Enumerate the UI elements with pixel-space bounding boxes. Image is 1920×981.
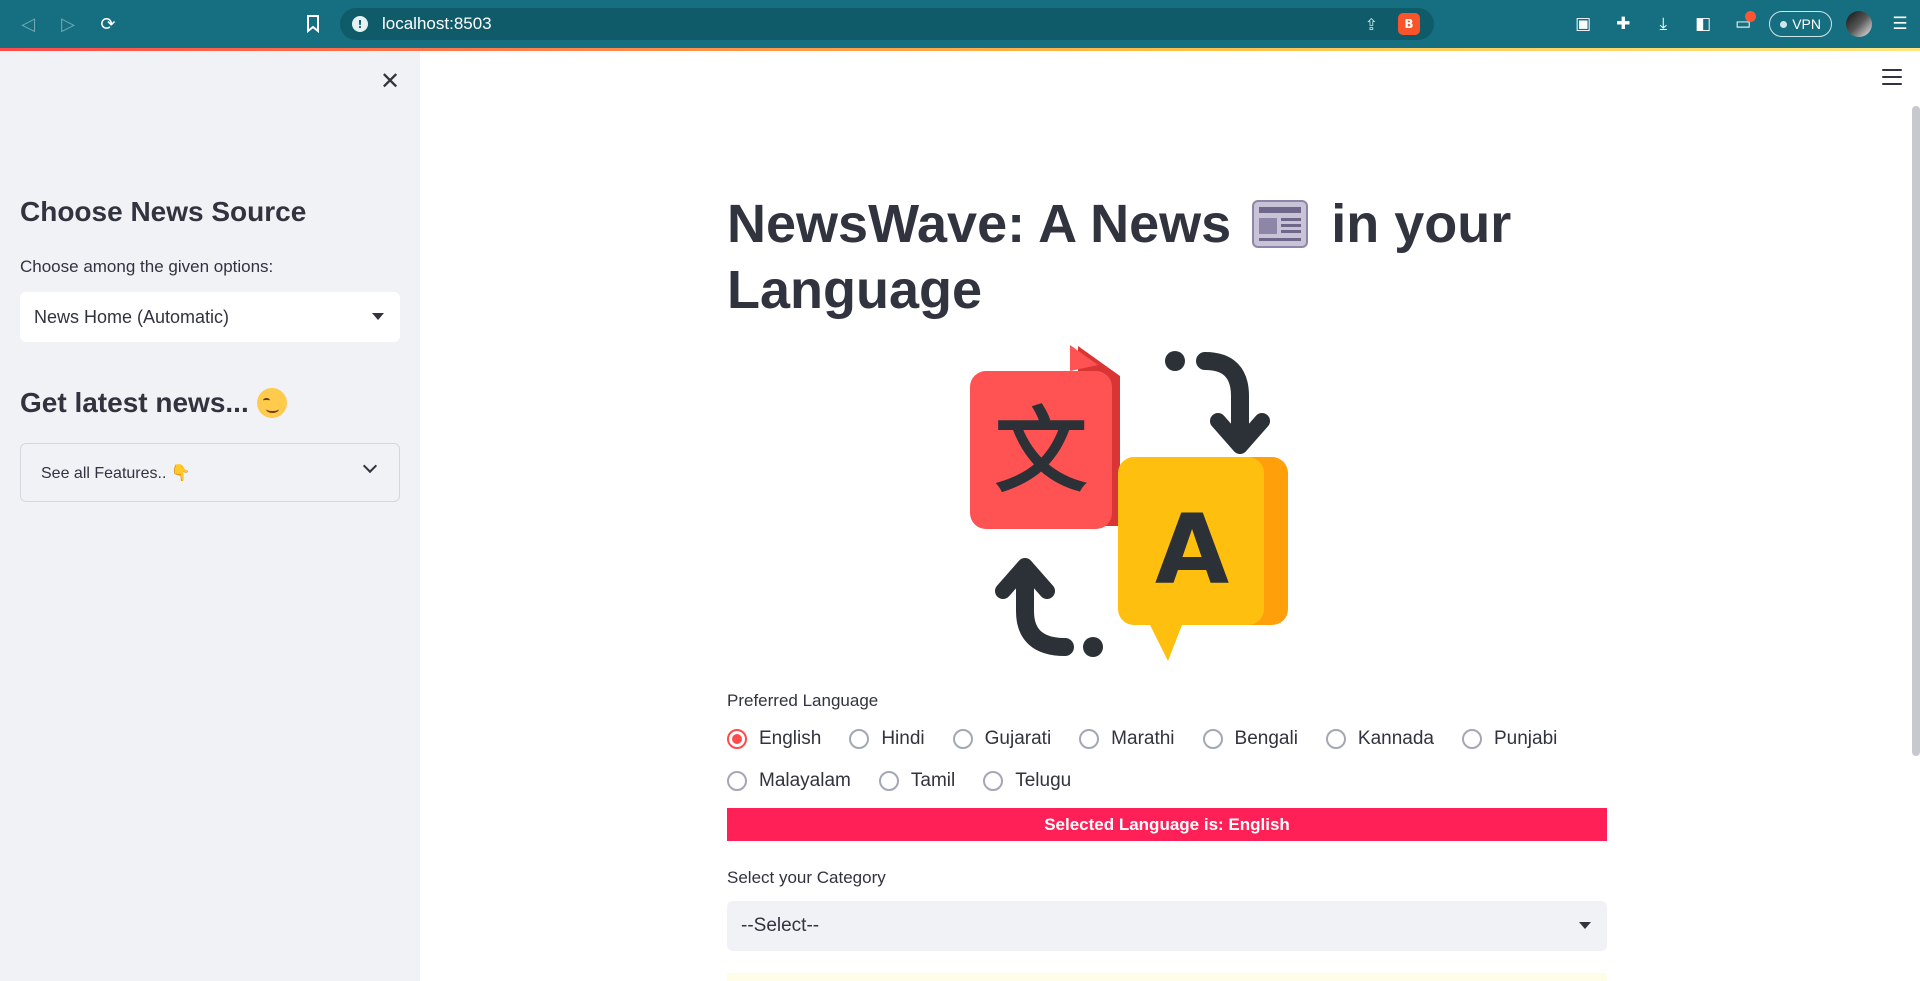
- translate-illustration: 文 A: [970, 345, 1288, 661]
- radio-hindi[interactable]: Hindi: [849, 728, 925, 750]
- chevron-down-icon: [362, 458, 378, 474]
- source-select-label: Choose among the given options:: [20, 257, 274, 276]
- scrollbar[interactable]: [1912, 106, 1920, 756]
- radio-english[interactable]: English: [727, 728, 821, 750]
- radio-bengali[interactable]: Bengali: [1202, 728, 1298, 750]
- info-box-partial: [727, 973, 1607, 981]
- radio-label: English: [759, 728, 822, 749]
- features-expander-label: See all Features.. 👇: [41, 464, 191, 482]
- radio-label: Punjabi: [1494, 728, 1558, 749]
- features-expander[interactable]: See all Features.. 👇: [20, 443, 400, 502]
- category-value: --Select--: [741, 915, 820, 936]
- caret-down-icon: [372, 313, 384, 320]
- radio-label: Gujarati: [984, 728, 1052, 749]
- forward-icon[interactable]: ▷: [56, 12, 80, 36]
- radio-label: Hindi: [881, 728, 925, 749]
- app-menu-icon[interactable]: [1882, 69, 1902, 85]
- main-content: NewsWave: A News in your Language 文 A Pr…: [420, 51, 1920, 981]
- wallet-extension-icon[interactable]: ▣: [1563, 0, 1603, 48]
- radio-label: Telugu: [1015, 770, 1072, 791]
- category-label: Select your Category: [727, 868, 886, 887]
- radio-punjabi[interactable]: Punjabi: [1462, 728, 1557, 750]
- selected-language-banner: Selected Language is: English: [727, 808, 1607, 841]
- latest-news-heading: Get latest news...: [20, 387, 287, 419]
- address-bar[interactable]: ! localhost:8503 ⇪ B: [340, 8, 1434, 40]
- vpn-button[interactable]: VPN: [1769, 11, 1832, 37]
- news-source-select[interactable]: News Home (Automatic): [20, 292, 400, 342]
- close-sidebar-icon[interactable]: ✕: [376, 67, 404, 95]
- radio-label: Kannada: [1357, 728, 1434, 749]
- site-info-icon[interactable]: !: [352, 16, 368, 32]
- sidebar: ✕ Choose News Source Choose among the gi…: [0, 51, 420, 981]
- latest-news-text: Get latest news...: [20, 387, 249, 418]
- newspaper-icon: [1252, 199, 1309, 248]
- smirk-emoji-icon: [256, 388, 287, 418]
- radio-gujarati[interactable]: Gujarati: [952, 728, 1052, 750]
- browser-menu-icon[interactable]: ☰: [1880, 0, 1920, 48]
- radio-label: Marathi: [1111, 728, 1175, 749]
- vpn-label: VPN: [1792, 16, 1821, 32]
- radio-telugu[interactable]: Telugu: [983, 770, 1071, 792]
- radio-label: Malayalam: [759, 770, 851, 791]
- back-icon[interactable]: ◁: [16, 12, 40, 36]
- url-text: localhost:8503: [382, 14, 492, 33]
- radio-label: Bengali: [1234, 728, 1298, 749]
- choose-source-heading: Choose News Source: [20, 196, 307, 227]
- bookmark-icon[interactable]: [302, 12, 324, 36]
- category-select[interactable]: --Select--: [727, 901, 1607, 951]
- radio-malayalam[interactable]: Malayalam: [727, 770, 851, 792]
- svg-text:文: 文: [995, 398, 1087, 505]
- download-icon[interactable]: ⤓: [1643, 0, 1683, 48]
- radio-kannada[interactable]: Kannada: [1325, 728, 1434, 750]
- title-part1: NewsWave: A News: [727, 194, 1232, 254]
- radio-label: Tamil: [910, 770, 956, 791]
- radio-marathi[interactable]: Marathi: [1079, 728, 1175, 750]
- svg-text:A: A: [1155, 494, 1229, 606]
- caret-down-icon: [1579, 922, 1591, 929]
- preferred-language-label: Preferred Language: [727, 691, 879, 710]
- share-icon[interactable]: ⇪: [1365, 15, 1378, 34]
- wallet-icon[interactable]: ▭: [1723, 0, 1763, 48]
- browser-toolbar: ◁ ▷ ⟳ ! localhost:8503 ⇪ B ▣ ✚ ⤓ ◧ ▭ VPN…: [0, 0, 1920, 48]
- language-radio-group: English Hindi Gujarati Marathi Bengali K…: [727, 728, 1607, 792]
- sidebar-toggle-icon[interactable]: ◧: [1683, 0, 1723, 48]
- radio-tamil[interactable]: Tamil: [878, 770, 956, 792]
- puzzle-extensions-icon[interactable]: ✚: [1603, 0, 1643, 48]
- reload-icon[interactable]: ⟳: [96, 12, 120, 36]
- brave-shields-icon[interactable]: B: [1398, 13, 1420, 35]
- news-source-value: News Home (Automatic): [34, 306, 230, 327]
- page-title: NewsWave: A News in your Language: [727, 191, 1547, 323]
- profile-avatar[interactable]: [1846, 11, 1872, 37]
